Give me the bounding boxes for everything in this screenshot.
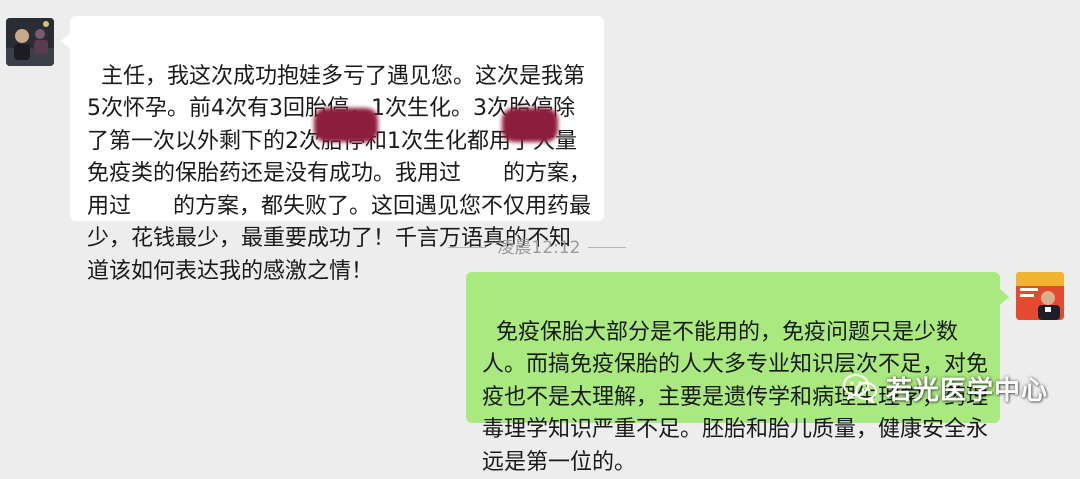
redaction-mark-2 xyxy=(502,108,558,142)
watermark: 若光医学中心 xyxy=(842,366,1048,410)
sender-avatar-image xyxy=(6,18,54,66)
timestamp-divider-left xyxy=(448,247,486,248)
timestamp-text: 凌晨12:12 xyxy=(497,238,581,258)
doctor-avatar[interactable] xyxy=(1016,272,1064,320)
sender-avatar[interactable] xyxy=(6,18,54,66)
message-timestamp: 凌晨12:12 xyxy=(0,235,1080,261)
watermark-text: 若光医学中心 xyxy=(886,375,1049,406)
incoming-message-bubble[interactable]: 主任，我这次成功抱娃多亏了遇见您。这次是我第5次怀孕。前4次有3回胎停，1次生化… xyxy=(61,16,604,284)
timestamp-divider-right xyxy=(588,247,626,248)
wechat-icon xyxy=(842,373,878,404)
redaction-mark-1 xyxy=(314,108,378,142)
doctor-avatar-image xyxy=(1016,272,1064,320)
